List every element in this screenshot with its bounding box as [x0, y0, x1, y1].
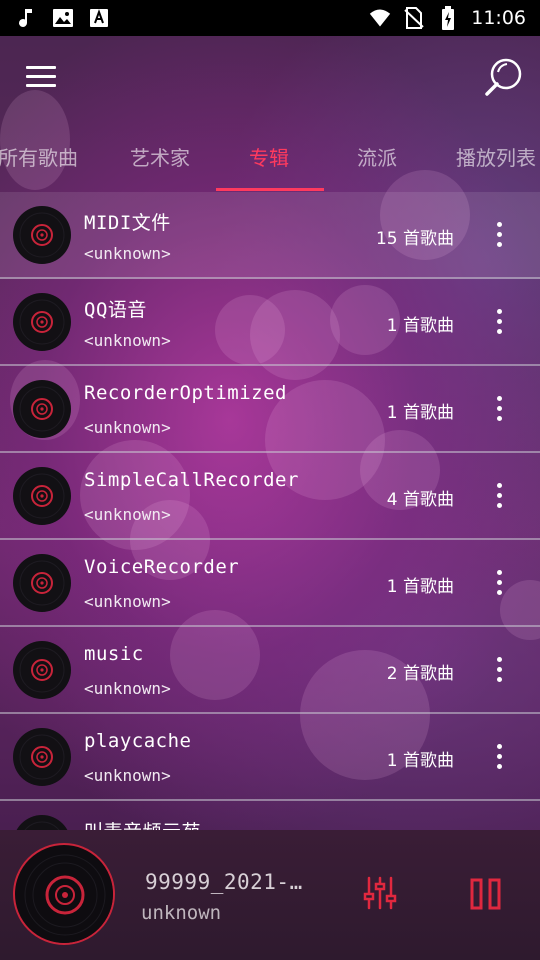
- more-options-icon[interactable]: [494, 657, 504, 685]
- active-tab-indicator: [216, 188, 324, 191]
- tab-playlists[interactable]: 播放列表: [456, 142, 536, 171]
- album-row[interactable]: 叫麦音频元苑: [0, 801, 540, 832]
- album-artist: <unknown>: [84, 592, 171, 611]
- album-art-disc[interactable]: [13, 843, 115, 945]
- status-bar: 11:06: [0, 0, 540, 36]
- album-row[interactable]: RecorderOptimized <unknown> 1 首歌曲: [0, 366, 540, 453]
- album-title: playcache: [84, 730, 192, 752]
- tab-bar: 所有歌曲 艺术家 专辑 流派 播放列表: [0, 120, 540, 192]
- image-icon: [52, 7, 74, 29]
- album-disc-icon: [13, 380, 71, 438]
- tab-albums[interactable]: 专辑: [249, 142, 289, 171]
- album-song-count: 2 首歌曲: [386, 664, 454, 684]
- album-song-count: 1 首歌曲: [386, 577, 454, 597]
- more-options-icon[interactable]: [494, 396, 504, 424]
- album-disc-icon: [13, 554, 71, 612]
- album-row[interactable]: MIDI文件 <unknown> 15 首歌曲: [0, 192, 540, 279]
- font-download-icon: [88, 7, 110, 29]
- battery-charging-icon: [437, 6, 459, 30]
- no-sim-icon: [403, 7, 425, 29]
- album-row[interactable]: music <unknown> 2 首歌曲: [0, 627, 540, 714]
- album-title: SimpleCallRecorder: [84, 469, 299, 491]
- app-bar: [0, 36, 540, 120]
- album-artist: <unknown>: [84, 331, 171, 350]
- album-title: QQ语音: [84, 299, 147, 321]
- album-song-count: 1 首歌曲: [386, 751, 454, 771]
- album-disc-icon: [13, 206, 71, 264]
- tab-artists[interactable]: 艺术家: [130, 142, 190, 171]
- album-title: VoiceRecorder: [84, 556, 240, 578]
- album-artist: <unknown>: [84, 418, 171, 437]
- album-artist: <unknown>: [84, 766, 171, 785]
- album-row[interactable]: QQ语音 <unknown> 1 首歌曲: [0, 279, 540, 366]
- equalizer-icon[interactable]: [363, 876, 397, 910]
- album-song-count: 15 首歌曲: [375, 229, 454, 249]
- music-note-icon: [16, 7, 38, 29]
- status-time: 11:06: [471, 7, 526, 29]
- album-artist: <unknown>: [84, 679, 171, 698]
- album-row[interactable]: VoiceRecorder <unknown> 1 首歌曲: [0, 540, 540, 627]
- album-song-count: 1 首歌曲: [386, 403, 454, 423]
- tab-genres[interactable]: 流派: [357, 142, 397, 171]
- hamburger-menu-icon[interactable]: [26, 66, 56, 90]
- album-disc-icon: [13, 293, 71, 351]
- pause-icon[interactable]: [470, 878, 502, 910]
- more-options-icon[interactable]: [494, 744, 504, 772]
- album-artist: <unknown>: [84, 244, 171, 263]
- now-playing-title: 99999_2021-…: [145, 870, 303, 894]
- album-disc-icon: [13, 467, 71, 525]
- album-row[interactable]: SimpleCallRecorder <unknown> 4 首歌曲: [0, 453, 540, 540]
- album-disc-icon: [13, 728, 71, 786]
- now-playing-artist: unknown: [141, 902, 222, 924]
- album-disc-icon: [13, 641, 71, 699]
- more-options-icon[interactable]: [494, 483, 504, 511]
- album-artist: <unknown>: [84, 505, 171, 524]
- more-options-icon[interactable]: [494, 309, 504, 337]
- mini-player[interactable]: 99999_2021-… unknown: [0, 830, 540, 960]
- more-options-icon[interactable]: [494, 222, 504, 250]
- album-title: music: [84, 643, 144, 665]
- tab-all-songs[interactable]: 所有歌曲: [0, 142, 78, 171]
- search-icon[interactable]: [482, 56, 524, 98]
- album-title: RecorderOptimized: [84, 382, 287, 404]
- album-song-count: 4 首歌曲: [386, 490, 454, 510]
- more-options-icon[interactable]: [494, 570, 504, 598]
- wifi-icon: [369, 7, 391, 29]
- album-list[interactable]: MIDI文件 <unknown> 15 首歌曲 QQ语音 <unknown> 1 首歌曲 R…: [0, 192, 540, 832]
- album-row[interactable]: playcache <unknown> 1 首歌曲: [0, 714, 540, 801]
- album-song-count: 1 首歌曲: [386, 316, 454, 336]
- album-title: MIDI文件: [84, 212, 171, 234]
